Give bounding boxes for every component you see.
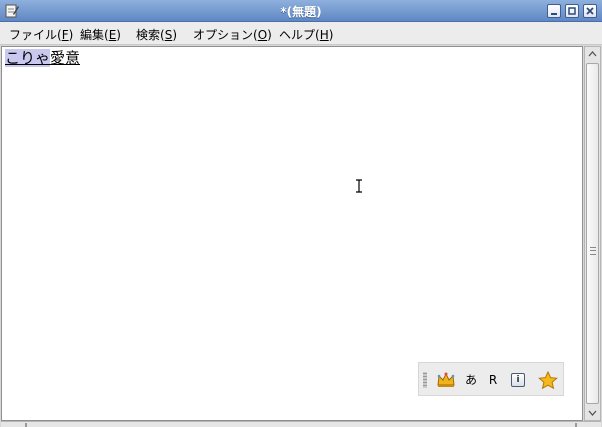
minimize-icon: [551, 13, 557, 15]
romaji-mode-button[interactable]: R: [486, 370, 500, 390]
close-icon: [586, 7, 594, 15]
menu-file[interactable]: ファイル(F): [9, 26, 73, 43]
menu-help[interactable]: ヘルプ(H): [279, 26, 333, 43]
title-bar[interactable]: *(無題): [0, 0, 602, 22]
grip-icon: [590, 247, 596, 255]
window-title: *(無題): [280, 5, 322, 19]
selected-text: こりゃ: [5, 49, 51, 67]
info-icon: i: [511, 373, 525, 387]
scroll-down-button[interactable]: [585, 405, 600, 420]
maximize-icon: [568, 7, 576, 15]
bottom-resize-edge[interactable]: [1, 421, 601, 427]
scrollbar-thumb[interactable]: [586, 63, 599, 404]
minimize-button[interactable]: [547, 4, 561, 18]
preedit-text: 愛意: [50, 49, 81, 67]
chevron-up-icon: [588, 51, 597, 57]
resize-handle[interactable]: [575, 423, 577, 427]
star-icon: [538, 370, 558, 390]
resize-handle[interactable]: [25, 423, 27, 427]
maximize-button[interactable]: [565, 4, 579, 18]
menu-bar: ファイル(F) 編集(E) 検索(S) オプション(O) ヘルプ(H): [0, 22, 602, 45]
info-button[interactable]: i: [511, 370, 527, 390]
toolbar-drag-handle[interactable]: [423, 372, 427, 388]
menu-edit[interactable]: 編集(E): [80, 26, 121, 43]
menu-options[interactable]: オプション(O): [193, 26, 272, 43]
scroll-up-button[interactable]: [585, 47, 600, 62]
vertical-scrollbar[interactable]: [584, 46, 601, 421]
input-mode-button[interactable]: あ: [463, 370, 479, 390]
ime-toolbar: あ R i: [418, 362, 564, 396]
close-button[interactable]: [583, 4, 597, 18]
ime-menu-button[interactable]: [435, 370, 457, 390]
crown-icon: [437, 372, 455, 387]
editor-line: こりゃ愛意: [5, 49, 80, 67]
favorite-button[interactable]: [537, 370, 559, 390]
text-cursor-icon: [355, 179, 363, 196]
chevron-down-icon: [588, 410, 597, 416]
menu-search[interactable]: 検索(S): [136, 26, 177, 43]
